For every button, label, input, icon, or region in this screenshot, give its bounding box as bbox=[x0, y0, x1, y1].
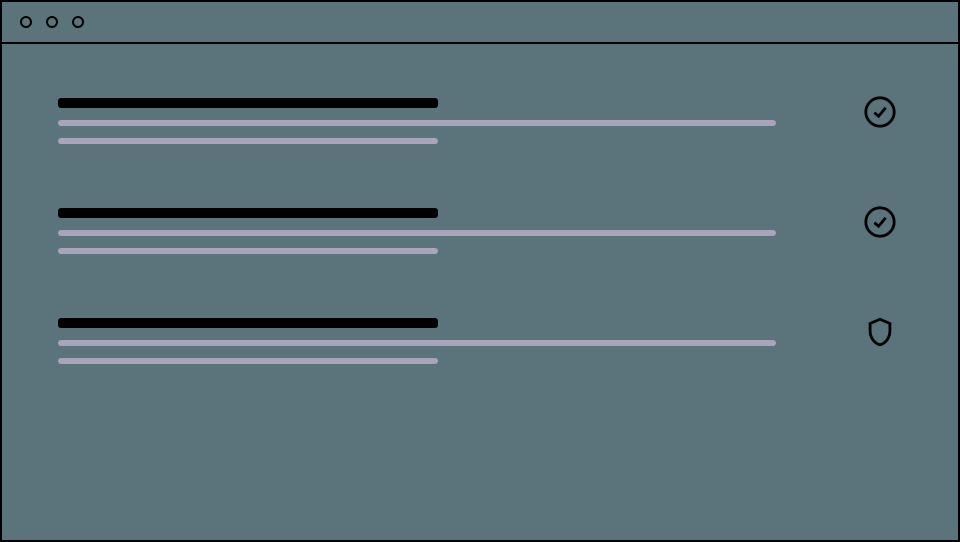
content-area bbox=[2, 44, 958, 540]
list-item-title bbox=[58, 208, 438, 218]
list-item-line1 bbox=[58, 230, 776, 236]
list-item-title bbox=[58, 318, 438, 328]
list-item-line1 bbox=[58, 340, 776, 346]
list-item bbox=[58, 318, 898, 364]
list-item bbox=[58, 98, 898, 144]
shield-icon bbox=[862, 314, 898, 350]
window-titlebar bbox=[2, 2, 958, 44]
list-item-line2 bbox=[58, 138, 438, 144]
list-item bbox=[58, 208, 898, 254]
list-item-text bbox=[58, 208, 776, 254]
list-item-line2 bbox=[58, 248, 438, 254]
check-circle-icon bbox=[862, 94, 898, 130]
list-item-text bbox=[58, 98, 776, 144]
window-control-close[interactable] bbox=[20, 16, 32, 28]
list-item-line1 bbox=[58, 120, 776, 126]
list-item-line2 bbox=[58, 358, 438, 364]
list-item-title bbox=[58, 98, 438, 108]
window-control-minimize[interactable] bbox=[46, 16, 58, 28]
check-circle-icon bbox=[862, 204, 898, 240]
list-item-text bbox=[58, 318, 776, 364]
window-control-maximize[interactable] bbox=[72, 16, 84, 28]
